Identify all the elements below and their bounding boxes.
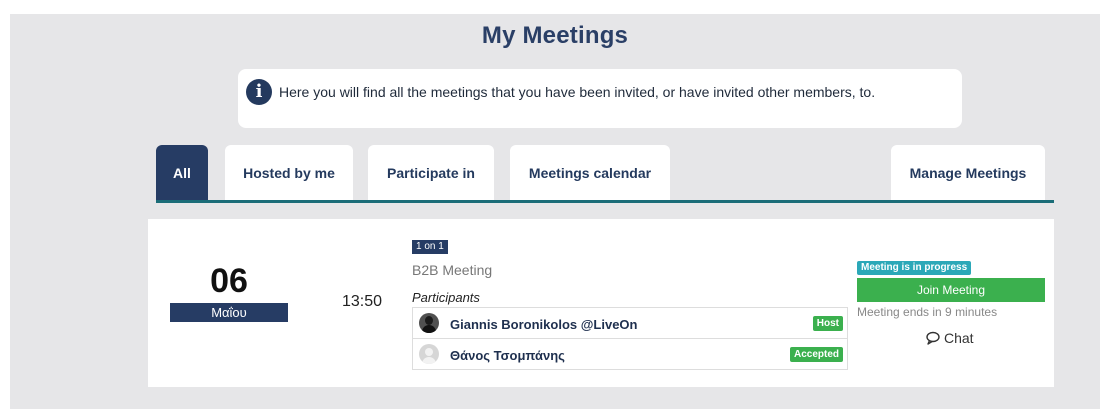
participants-label: Participants xyxy=(412,290,480,305)
accepted-badge: Accepted xyxy=(789,347,843,362)
avatar xyxy=(419,313,439,333)
info-box: i Here you will find all the meetings th… xyxy=(238,69,962,128)
meeting-time: 13:50 xyxy=(342,293,383,310)
participant-row: Θάνος Τσομπάνης Accepted xyxy=(413,339,847,370)
chat-link[interactable]: Chat xyxy=(926,330,974,346)
tab-manage-meetings[interactable]: Manage Meetings xyxy=(891,145,1045,201)
tab-hosted-by-me[interactable]: Hosted by me xyxy=(225,145,353,201)
meeting-name: B2B Meeting xyxy=(412,262,493,278)
participants-list: Giannis Boronikolos @LiveOn Host Θάνος Τ… xyxy=(412,307,848,370)
info-text: Here you will find all the meetings that… xyxy=(279,84,876,100)
host-badge: Host xyxy=(812,316,843,331)
info-icon: i xyxy=(246,79,272,105)
tab-participate-in[interactable]: Participate in xyxy=(368,145,494,201)
meeting-type-badge: 1 on 1 xyxy=(412,240,448,254)
avatar xyxy=(419,344,439,364)
status-badge: Meeting is in progress xyxy=(857,261,972,275)
tab-meetings-calendar[interactable]: Meetings calendar xyxy=(510,145,670,201)
participant-row: Giannis Boronikolos @LiveOn Host xyxy=(413,308,847,339)
participant-name[interactable]: Giannis Boronikolos @LiveOn xyxy=(450,317,637,332)
tab-all[interactable]: All xyxy=(156,145,208,201)
meeting-day: 06 xyxy=(210,262,248,300)
page-title: My Meetings xyxy=(481,22,629,49)
participant-name[interactable]: Θάνος Τσομπάνης xyxy=(450,348,565,363)
tab-underline xyxy=(156,200,1054,203)
chat-label: Chat xyxy=(944,330,974,346)
join-meeting-button[interactable]: Join Meeting xyxy=(857,278,1045,302)
meeting-ends-text: Meeting ends in 9 minutes xyxy=(857,305,998,319)
chat-icon xyxy=(926,331,940,345)
meeting-month: Μαΐου xyxy=(170,303,288,322)
